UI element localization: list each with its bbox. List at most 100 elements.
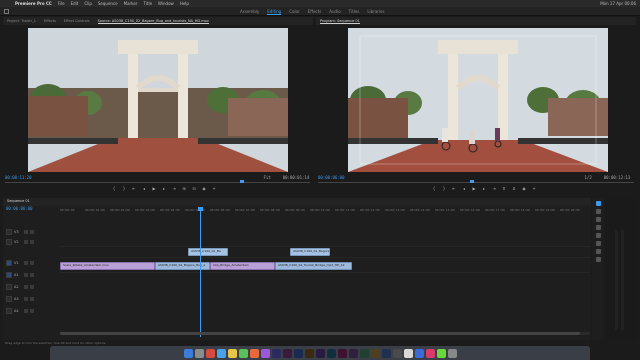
program-step-back-icon[interactable]: ◂: [462, 187, 466, 191]
lock-icon[interactable]: [24, 239, 28, 244]
type-tool-icon[interactable]: [595, 257, 601, 262]
app-icon[interactable]: [403, 348, 413, 358]
play-icon[interactable]: ▶: [152, 187, 156, 191]
pen-tool-icon[interactable]: [595, 241, 601, 246]
solo-icon[interactable]: [30, 284, 34, 289]
app-name[interactable]: Premiere Pro CC: [15, 1, 52, 6]
app-icon[interactable]: [337, 348, 347, 358]
tab-effects[interactable]: Effects: [44, 19, 56, 23]
mute-icon[interactable]: [24, 272, 28, 277]
menu-edit[interactable]: Edit: [71, 1, 79, 6]
step-back-icon[interactable]: ◂: [142, 187, 146, 191]
menu-file[interactable]: File: [58, 1, 65, 6]
extract-icon[interactable]: ⊻: [512, 187, 516, 191]
finder-icon[interactable]: [183, 348, 193, 358]
track-target-toggle[interactable]: [6, 228, 12, 235]
scrollbar-thumb[interactable]: [60, 332, 580, 335]
source-timecode-current[interactable]: 00:00:11:20: [5, 175, 32, 180]
workspace-tab-color[interactable]: Color: [289, 9, 299, 15]
app-icon[interactable]: [392, 348, 402, 358]
mark-out-icon[interactable]: }: [122, 187, 126, 191]
source-monitor-video[interactable]: [28, 28, 288, 172]
timeline-clip[interactable]: AS038_C190_02_Bagore: [290, 248, 330, 256]
safari-icon[interactable]: [216, 348, 226, 358]
timeline-clip[interactable]: AS038_C190_02_Bagore_Bug_a: [155, 262, 210, 270]
app-icon[interactable]: [425, 348, 435, 358]
selection-tool-icon[interactable]: [595, 201, 601, 206]
notes-icon[interactable]: [227, 348, 237, 358]
premiere-icon[interactable]: [315, 348, 325, 358]
program-fit-select[interactable]: 1/2: [585, 175, 592, 180]
lock-icon[interactable]: [24, 229, 28, 234]
workspace-tab-audio[interactable]: Audio: [329, 9, 340, 15]
eye-icon[interactable]: [30, 229, 34, 234]
program-mark-in-icon[interactable]: {: [432, 187, 436, 191]
tab-project[interactable]: Project: Trailer_1: [7, 19, 36, 23]
track-select-tool-icon[interactable]: [595, 209, 601, 214]
app-icon[interactable]: [436, 348, 446, 358]
workspace-tab-libraries[interactable]: Libraries: [367, 9, 384, 15]
mute-icon[interactable]: [24, 296, 28, 301]
workspace-tab-effects[interactable]: Effects: [308, 9, 322, 15]
app-icon[interactable]: [414, 348, 424, 358]
launchpad-icon[interactable]: [194, 348, 204, 358]
program-go-to-in-icon[interactable]: ⇤: [452, 187, 456, 191]
lift-icon[interactable]: ⊼: [502, 187, 506, 191]
solo-icon[interactable]: [30, 296, 34, 301]
razor-tool-icon[interactable]: [595, 225, 601, 230]
workspace-tab-titles[interactable]: Titles: [349, 9, 360, 15]
menu-marker[interactable]: Marker: [124, 1, 138, 6]
solo-icon[interactable]: [30, 272, 34, 277]
app-icon[interactable]: [359, 348, 369, 358]
menu-clip[interactable]: Clip: [84, 1, 92, 6]
eye-icon[interactable]: [30, 260, 34, 265]
tab-program[interactable]: Program: Sequence 01: [320, 19, 360, 24]
home-icon[interactable]: [4, 9, 9, 14]
photoshop-icon[interactable]: [293, 348, 303, 358]
timeline-timecode[interactable]: 00:00:06:00: [6, 206, 33, 211]
solo-icon[interactable]: [30, 308, 34, 313]
program-play-icon[interactable]: ▶: [472, 187, 476, 191]
tab-source[interactable]: Source: AS038_C190_02_Bagore_Bug_and_tou…: [97, 19, 209, 24]
app-icon[interactable]: [326, 348, 336, 358]
source-playhead[interactable]: [240, 180, 244, 183]
workspace-tab-editing[interactable]: Editing: [267, 9, 282, 15]
overwrite-icon[interactable]: ⊟: [192, 187, 196, 191]
menu-help[interactable]: Help: [180, 1, 189, 6]
timeline-clip[interactable]: AS038_C190_02_Tourist_Bridge_mp4_HD_12: [275, 262, 352, 270]
timeline-clip[interactable]: Scale_Rotate_Amsterdam.mov: [60, 262, 155, 270]
app-icon[interactable]: [282, 348, 292, 358]
track-target-toggle[interactable]: [6, 238, 12, 245]
program-mark-out-icon[interactable]: }: [442, 187, 446, 191]
program-go-to-out-icon[interactable]: ⇥: [492, 187, 496, 191]
track-target-toggle[interactable]: [6, 295, 12, 302]
program-scrubber[interactable]: [318, 182, 634, 183]
app-icon[interactable]: [249, 348, 259, 358]
mute-icon[interactable]: [24, 284, 28, 289]
app-icon[interactable]: [381, 348, 391, 358]
mute-icon[interactable]: [24, 308, 28, 313]
menu-title[interactable]: Title: [143, 1, 152, 6]
source-fit-select[interactable]: Fit: [264, 175, 271, 180]
eye-icon[interactable]: [30, 239, 34, 244]
slip-tool-icon[interactable]: [595, 233, 601, 238]
program-export-frame-icon[interactable]: ◉: [522, 187, 526, 191]
program-add-button-icon[interactable]: +: [532, 187, 536, 191]
messages-icon[interactable]: [238, 348, 248, 358]
program-playhead[interactable]: [470, 180, 474, 183]
timeline-playhead-handle[interactable]: [198, 207, 203, 211]
trash-icon[interactable]: [447, 348, 457, 358]
app-icon[interactable]: [205, 348, 215, 358]
program-monitor-video[interactable]: [348, 28, 608, 172]
add-button-icon[interactable]: +: [212, 187, 216, 191]
apple-icon[interactable]: [4, 1, 9, 6]
track-target-toggle[interactable]: [6, 283, 12, 290]
track-target-toggle[interactable]: [6, 259, 12, 266]
mark-in-icon[interactable]: {: [112, 187, 116, 191]
ripple-edit-tool-icon[interactable]: [595, 217, 601, 222]
track-target-toggle[interactable]: [6, 271, 12, 278]
timeline-playhead-line[interactable]: [200, 207, 201, 337]
export-frame-icon[interactable]: ◉: [202, 187, 206, 191]
source-scrubber[interactable]: [5, 182, 310, 183]
menu-sequence[interactable]: Sequence: [98, 1, 118, 6]
